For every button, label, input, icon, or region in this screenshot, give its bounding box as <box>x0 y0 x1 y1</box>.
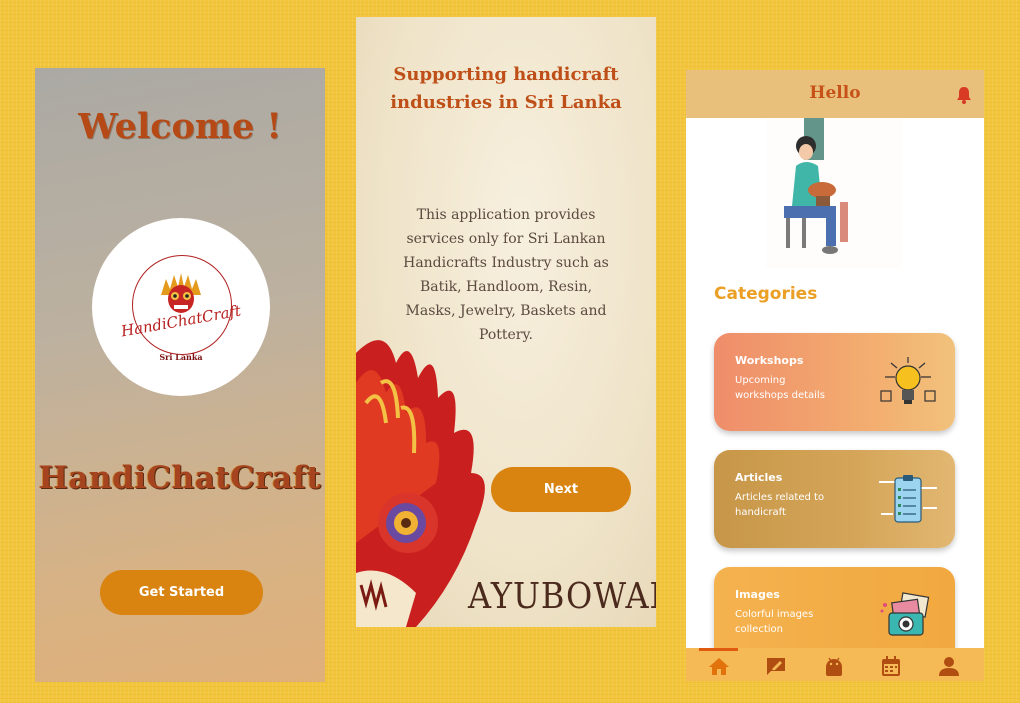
ayubowan-text: AYUBOWAN <box>468 575 656 617</box>
card-description: Colorful images collection <box>735 609 814 635</box>
active-tab-indicator <box>699 648 738 651</box>
categories-heading: Categories <box>714 284 818 304</box>
card-title: Images <box>735 588 780 601</box>
card-description: Upcoming workshops details <box>735 375 825 401</box>
card-title: Articles <box>735 471 783 484</box>
lightbulb-icon <box>880 357 936 404</box>
home-icon[interactable] <box>708 656 730 676</box>
bell-icon[interactable] <box>956 86 972 104</box>
camera-photos-icon <box>880 592 930 636</box>
greeting-title: Hello <box>809 83 861 103</box>
edit-icon[interactable] <box>765 656 787 676</box>
intro-screen: Supporting handicraft industries in Sri … <box>356 17 656 627</box>
workshops-card[interactable]: Workshops Upcoming workshops details <box>714 333 955 431</box>
get-started-button[interactable]: Get Started <box>100 570 263 615</box>
person-icon[interactable] <box>938 656 960 676</box>
android-icon[interactable] <box>823 656 845 676</box>
next-button[interactable]: Next <box>491 467 631 512</box>
logo: HandiChatCraft Sri Lanka <box>92 218 270 396</box>
articles-card[interactable]: Articles Articles related to handicraft <box>714 450 955 548</box>
card-description: Articles related to handicraft <box>735 492 825 518</box>
clipboard-icon <box>879 475 937 523</box>
card-title: Workshops <box>735 354 804 367</box>
home-screen: Hello Categories Workshops Upcoming work… <box>686 70 984 681</box>
welcome-title: Welcome ! <box>78 106 282 147</box>
logo-subtitle: Sri Lanka <box>159 352 203 362</box>
welcome-screen: Welcome ! HandiChatCraft Sri Lanka Handi… <box>35 68 325 682</box>
top-app-bar: Hello <box>686 70 984 118</box>
brand-name: HandiChatCraft <box>38 460 322 496</box>
potter-illustration-icon <box>766 118 902 268</box>
calendar-icon[interactable] <box>880 656 902 676</box>
bottom-navigation <box>686 648 984 681</box>
intro-heading: Supporting handicraft industries in Sri … <box>390 64 622 113</box>
